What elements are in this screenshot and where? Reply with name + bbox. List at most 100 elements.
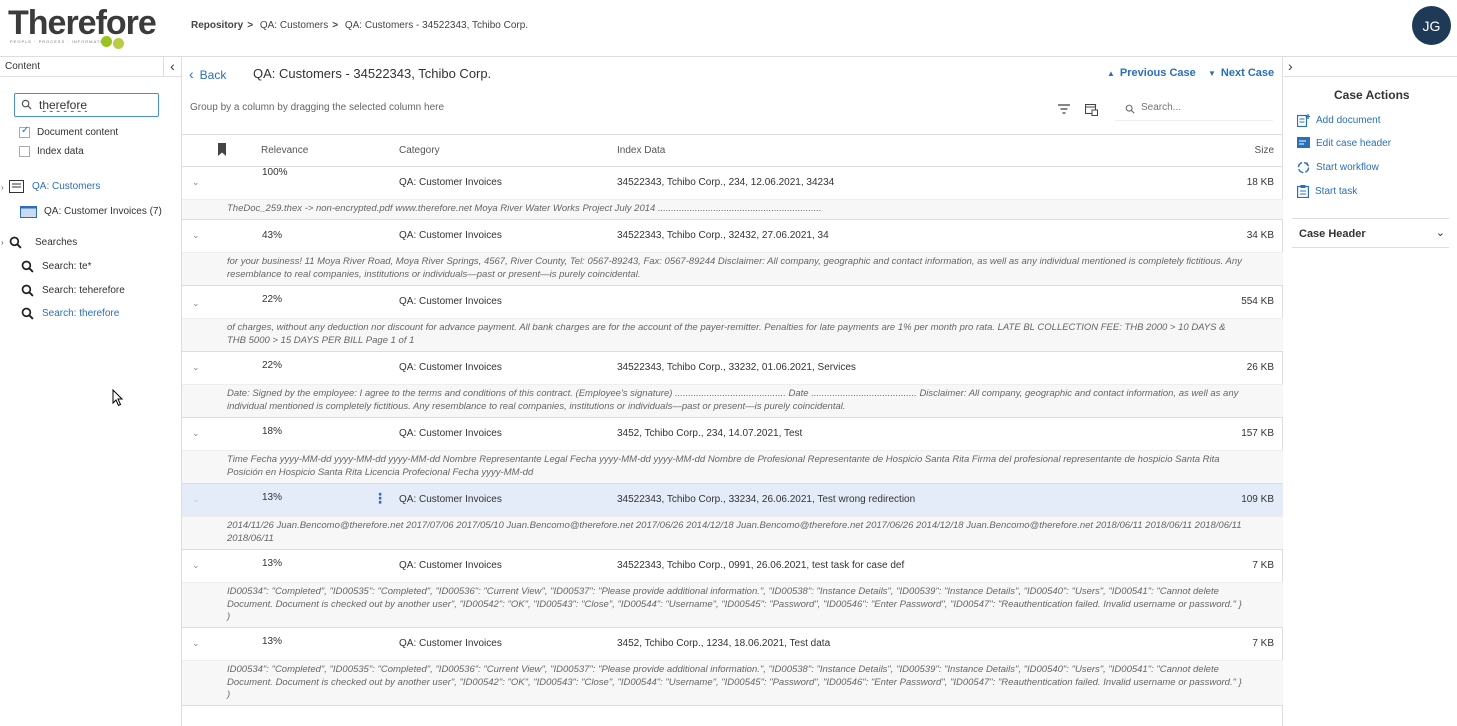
saved-search-item[interactable]: Search: te*	[21, 260, 91, 273]
tree-expand-icon[interactable]: ›	[1, 238, 4, 247]
saved-search-label: Search: therefore	[42, 308, 120, 319]
snippet-text: ID00534": "Completed", "ID00535": "Compl…	[227, 664, 1242, 700]
tree-item-qa-customers[interactable]: QA: Customers	[9, 180, 100, 193]
result-row[interactable]: ⌄ 22% QA: Customer Invoices 554 KB of ch…	[182, 286, 1283, 352]
next-case-button[interactable]: ▼ Next Case	[1208, 67, 1274, 79]
index-data-checkbox[interactable]	[19, 146, 30, 157]
result-row-main[interactable]: ⌄ 22% QA: Customer Invoices 34522343, Tc…	[182, 352, 1283, 385]
saved-search-item[interactable]: Search: teherefore	[21, 284, 125, 297]
category-value: QA: Customer Invoices	[399, 560, 502, 571]
chevron-down-icon[interactable]: ⌄	[192, 230, 200, 241]
tree-item-qa-customer-invoices[interactable]: QA: Customer Invoices (7)	[20, 205, 162, 218]
search-icon	[9, 236, 22, 249]
chevron-down-icon[interactable]: ⌄	[192, 298, 200, 309]
therefore-logo[interactable]: Therefore PEOPLE · PROCESS · INFORMATION	[8, 6, 158, 49]
result-row-main[interactable]: ⌄ 13% ⋮ QA: Customer Invoices 34522343, …	[182, 484, 1283, 517]
column-header-size[interactable]: Size	[1255, 145, 1274, 156]
grid-search-box[interactable]	[1115, 99, 1273, 121]
option-document-content[interactable]: Document content	[19, 125, 119, 138]
result-row-main[interactable]: ⌄ 22% QA: Customer Invoices 554 KB	[182, 286, 1283, 319]
group-by-hint: Group by a column by dragging the select…	[190, 102, 445, 113]
result-snippet: Date: Signed by the employee: I agree to…	[182, 385, 1283, 418]
case-actions-title: Case Actions	[1334, 88, 1410, 102]
relevance-value: 13%	[262, 558, 283, 569]
action-label: Start task	[1315, 186, 1358, 197]
action-label: Add document	[1316, 115, 1381, 126]
column-header-category[interactable]: Category	[399, 145, 440, 156]
result-row-main[interactable]: ⌄ 43% QA: Customer Invoices 34522343, Tc…	[182, 220, 1283, 253]
document-content-checkbox[interactable]	[19, 125, 30, 138]
chevron-right-icon[interactable]: ›	[1288, 58, 1293, 74]
edit-header-icon	[1297, 137, 1310, 148]
result-snippet: ID00534": "Completed", "ID00535": "Compl…	[182, 661, 1283, 706]
size-value: 34 KB	[1246, 230, 1274, 241]
grid-search-input[interactable]	[1141, 102, 1266, 113]
chevron-down-icon[interactable]: ⌄	[192, 362, 200, 373]
user-avatar[interactable]: JG	[1412, 6, 1451, 45]
row-menu-icon[interactable]: ⋮	[373, 491, 387, 505]
result-row-main[interactable]: ⌄ 100% QA: Customer Invoices 34522343, T…	[182, 167, 1283, 200]
chevron-down-icon[interactable]: ⌄	[192, 428, 200, 439]
result-row-main[interactable]: ⌄ 18% QA: Customer Invoices 3452, Tchibo…	[182, 418, 1283, 451]
result-row[interactable]: ⌄ 22% QA: Customer Invoices 34522343, Tc…	[182, 352, 1283, 418]
index-data-value: 3452, Tchibo Corp., 1234, 18.06.2021, Te…	[617, 638, 831, 649]
index-data-value: 3452, Tchibo Corp., 234, 14.07.2021, Tes…	[617, 428, 803, 439]
breadcrumb-repository[interactable]: Repository	[191, 20, 243, 31]
back-button[interactable]: ‹ Back	[189, 66, 226, 82]
case-header-section[interactable]: Case Header ⌄	[1292, 218, 1449, 248]
filter-icon[interactable]	[1058, 104, 1070, 114]
option-index-data[interactable]: Index data	[19, 146, 84, 157]
result-row[interactable]: ⌄ 13% QA: Customer Invoices 34522343, Tc…	[182, 550, 1283, 628]
chevron-left-icon: ‹	[189, 66, 194, 82]
category-value: QA: Customer Invoices	[399, 230, 502, 241]
task-icon	[1297, 185, 1309, 198]
start-task-button[interactable]: Start task	[1297, 185, 1357, 198]
result-row-main[interactable]: ⌄ 13% QA: Customer Invoices 3452, Tchibo…	[182, 628, 1283, 661]
breadcrumb: Repository > QA: Customers > QA: Customers…	[191, 20, 532, 31]
search-icon	[21, 260, 34, 273]
chevron-down-icon[interactable]: ⌄	[1436, 226, 1445, 239]
chevron-down-icon[interactable]: ⌄	[192, 560, 200, 571]
saved-search-item-active[interactable]: Search: therefore	[21, 307, 119, 320]
previous-case-button[interactable]: ▲ Previous Case	[1107, 67, 1196, 79]
relevance-value: 22%	[262, 360, 283, 371]
result-row[interactable]: ⌄ 43% QA: Customer Invoices 34522343, Tc…	[182, 220, 1283, 286]
tree-expand-icon[interactable]: ›	[1, 183, 4, 192]
index-data-value: 34522343, Tchibo Corp., 33232, 01.06.202…	[617, 362, 856, 373]
chevron-down-icon[interactable]: ⌄	[192, 177, 200, 188]
result-row-selected[interactable]: ⌄ 13% ⋮ QA: Customer Invoices 34522343, …	[182, 484, 1283, 550]
size-value: 109 KB	[1241, 494, 1274, 505]
category-value: QA: Customer Invoices	[399, 296, 502, 307]
column-chooser-icon[interactable]	[1085, 104, 1098, 116]
chevron-down-icon[interactable]: ⌄	[192, 638, 200, 649]
column-header-index-data[interactable]: Index Data	[617, 145, 665, 156]
snippet-text: of charges, without any deduction nor di…	[227, 322, 1226, 346]
size-value: 157 KB	[1241, 428, 1274, 439]
index-data-value: 34522343, Tchibo Corp., 32432, 27.06.202…	[617, 230, 829, 241]
logo-tagline: PEOPLE · PROCESS · INFORMATION	[10, 39, 111, 44]
result-row-main[interactable]: ⌄ 13% QA: Customer Invoices 34522343, Tc…	[182, 550, 1283, 583]
tree-item-searches[interactable]: Searches	[9, 236, 77, 249]
bookmark-icon[interactable]	[217, 143, 227, 156]
result-snippet: of charges, without any deduction nor di…	[182, 319, 1283, 352]
column-header-relevance[interactable]: Relevance	[261, 145, 308, 156]
case-header-label: Case Header	[1299, 228, 1366, 240]
snippet-text: Time Fecha yyyy-MM-dd yyyy-MM-dd yyyy-MM…	[227, 454, 1220, 478]
result-snippet: Time Fecha yyyy-MM-dd yyyy-MM-dd yyyy-MM…	[182, 451, 1283, 484]
start-workflow-button[interactable]: Start workflow	[1297, 161, 1379, 174]
result-row[interactable]: ⌄ 18% QA: Customer Invoices 3452, Tchibo…	[182, 418, 1283, 484]
result-row[interactable]: ⌄ 13% QA: Customer Invoices 3452, Tchibo…	[182, 628, 1283, 706]
case-icon	[9, 180, 24, 193]
result-row[interactable]: ⌄ 100% QA: Customer Invoices 34522343, T…	[182, 167, 1283, 220]
option-label: Document content	[37, 127, 119, 138]
edit-case-header-button[interactable]: Edit case header	[1297, 137, 1391, 149]
breadcrumb-qa-customers[interactable]: QA: Customers	[260, 20, 328, 31]
snippet-text: Date: Signed by the employee: I agree to…	[227, 388, 1239, 412]
mouse-cursor-icon	[112, 389, 124, 407]
content-search-input[interactable]	[39, 97, 154, 113]
chevron-left-icon[interactable]: ‹	[163, 57, 181, 77]
size-value: 554 KB	[1241, 296, 1274, 307]
add-document-button[interactable]: Add document	[1297, 114, 1381, 127]
chevron-down-icon[interactable]: ⌄	[192, 494, 200, 505]
content-search-box[interactable]	[14, 93, 159, 117]
